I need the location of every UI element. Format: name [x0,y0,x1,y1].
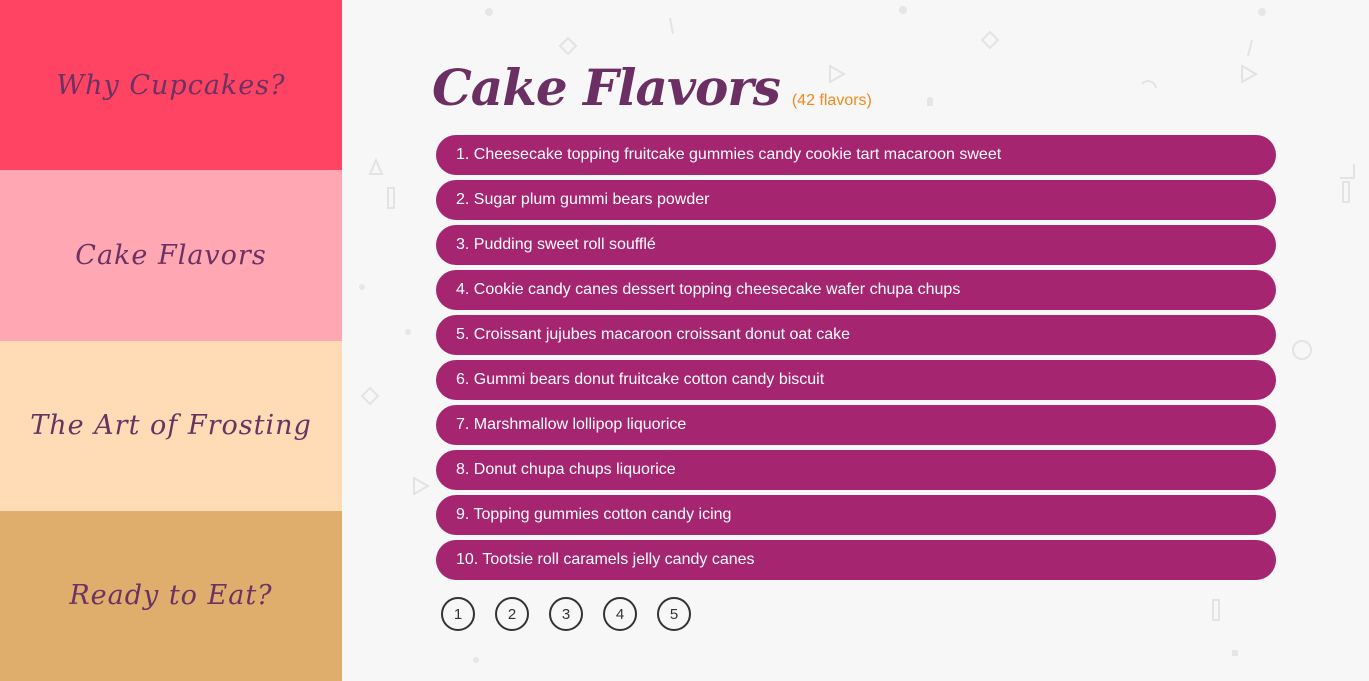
list-item[interactable]: 2. Sugar plum gummi bears powder [436,180,1276,220]
list-item[interactable]: 5. Croissant jujubes macaroon croissant … [436,315,1276,355]
list-item[interactable]: 9. Topping gummies cotton candy icing [436,495,1276,535]
page-button-2[interactable]: 2 [495,597,529,631]
list-item[interactable]: 8. Donut chupa chups liquorice [436,450,1276,490]
list-item[interactable]: 1. Cheesecake topping fruitcake gummies … [436,135,1276,175]
list-item[interactable]: 3. Pudding sweet roll soufflé [436,225,1276,265]
list-item[interactable]: 10. Tootsie roll caramels jelly candy ca… [436,540,1276,580]
nav-item-label: The Art of Frosting [30,410,312,442]
sidebar-nav: Why Cupcakes? Cake Flavors The Art of Fr… [0,0,342,681]
nav-item-label: Cake Flavors [75,239,267,271]
main-content: Cake Flavors (42 flavors) 1. Cheesecake … [342,0,1369,681]
page-button-4[interactable]: 4 [603,597,637,631]
title-row: Cake Flavors (42 flavors) [432,58,872,117]
pagination: 1 2 3 4 5 [441,597,691,631]
page-title: Cake Flavors [432,58,781,117]
flavor-list: 1. Cheesecake topping fruitcake gummies … [436,135,1276,585]
page-button-5[interactable]: 5 [657,597,691,631]
nav-item-label: Ready to Eat? [69,580,273,612]
nav-item-art-of-frosting[interactable]: The Art of Frosting [0,340,342,511]
nav-item-ready-to-eat[interactable]: Ready to Eat? [0,510,342,681]
list-item[interactable]: 6. Gummi bears donut fruitcake cotton ca… [436,360,1276,400]
nav-item-why-cupcakes[interactable]: Why Cupcakes? [0,0,342,171]
nav-item-label: Why Cupcakes? [56,69,286,101]
list-item[interactable]: 4. Cookie candy canes dessert topping ch… [436,270,1276,310]
list-item[interactable]: 7. Marshmallow lollipop liquorice [436,405,1276,445]
nav-item-cake-flavors[interactable]: Cake Flavors [0,170,342,341]
page-button-1[interactable]: 1 [441,597,475,631]
page-button-3[interactable]: 3 [549,597,583,631]
flavor-count: (42 flavors) [791,92,872,109]
